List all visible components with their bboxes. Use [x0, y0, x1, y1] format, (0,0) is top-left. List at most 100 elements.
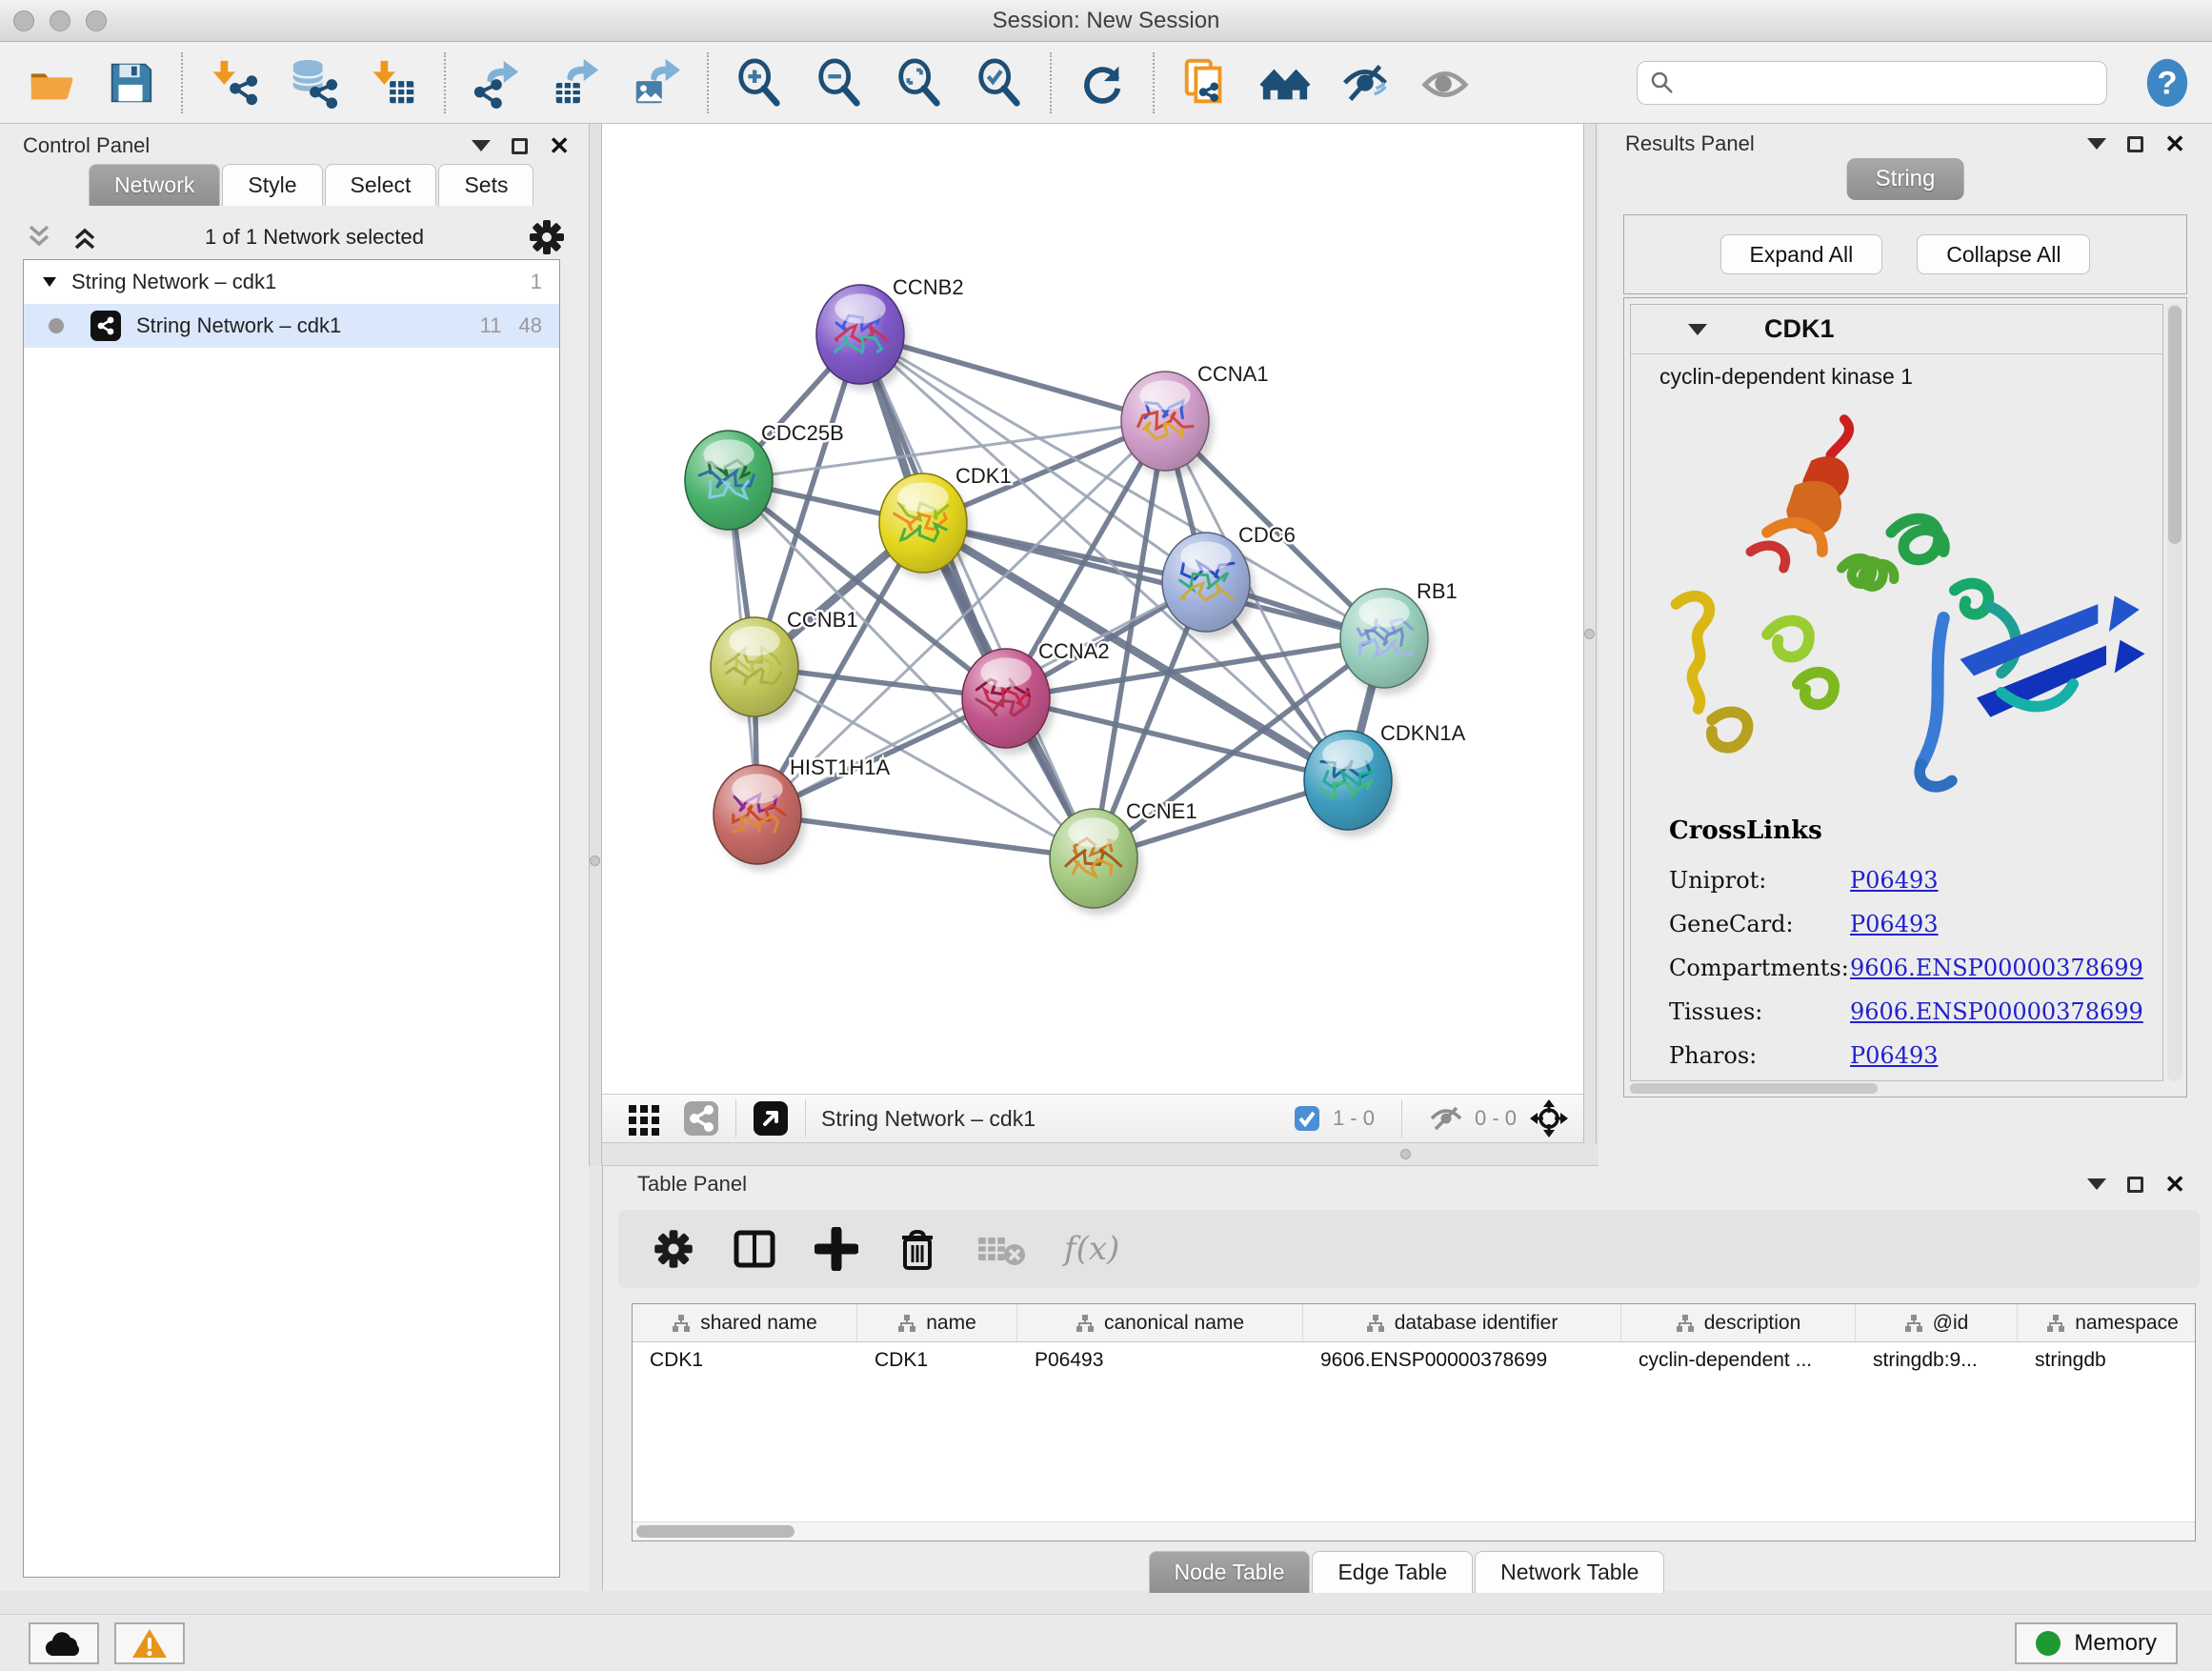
graph-nodes[interactable]: CCNB2CCNA1CDC25BCDK1CDC6RB1CCNB1CCNA2CDK…	[685, 275, 1466, 915]
panel-close-icon[interactable]: ✕	[2164, 1172, 2185, 1197]
clone-network-button[interactable]	[1177, 55, 1233, 111]
network-view-canvas[interactable]: CCNB2CCNA1CDC25BCDK1CDC6RB1CCNB1CCNA2CDK…	[602, 124, 1583, 1094]
memory-button[interactable]: Memory	[2015, 1622, 2178, 1664]
network-collection-row[interactable]: String Network – cdk1 1	[24, 260, 559, 304]
graph-edge[interactable]	[860, 334, 1094, 858]
graph-edge[interactable]	[757, 815, 1094, 858]
hide-selected-button[interactable]	[1337, 55, 1393, 111]
panel-menu-caret-icon[interactable]	[2087, 1178, 2106, 1190]
graph-node-CCNE1[interactable]	[1050, 809, 1142, 915]
add-column-plus-icon[interactable]	[814, 1227, 858, 1271]
network-search-field[interactable]	[1637, 61, 2107, 105]
network-options-gear-icon[interactable]	[528, 218, 566, 256]
table-cell[interactable]: stringdb	[2018, 1342, 2196, 1379]
table-options-gear-icon[interactable]	[653, 1228, 694, 1270]
scrollbar-thumb[interactable]	[636, 1525, 794, 1538]
panel-float-icon[interactable]	[512, 138, 528, 154]
export-network-button[interactable]	[469, 55, 524, 111]
zoom-fit-button[interactable]	[892, 55, 947, 111]
graph-edges[interactable]	[729, 334, 1384, 858]
show-hidden-button[interactable]	[1418, 55, 1473, 111]
collapse-all-button[interactable]: Collapse All	[1917, 234, 2090, 274]
hidden-eye-slash-icon[interactable]	[1429, 1104, 1463, 1133]
delete-column-trash-icon[interactable]	[896, 1226, 938, 1272]
import-table-from-file-button[interactable]	[366, 55, 421, 111]
tab-edge-table[interactable]: Edge Table	[1312, 1551, 1473, 1593]
apply-layout-button[interactable]	[1075, 55, 1130, 111]
table-row[interactable]: CDK1CDK1P064939606.ENSP00000378699cyclin…	[633, 1342, 2195, 1379]
save-session-button[interactable]	[103, 55, 158, 111]
results-vertical-scrollbar[interactable]	[2167, 304, 2182, 1081]
cloud-status-button[interactable]	[29, 1622, 99, 1664]
crosslink-link[interactable]: P06493	[1850, 1042, 1939, 1069]
zoom-selected-button[interactable]	[972, 55, 1027, 111]
tab-network-table[interactable]: Network Table	[1475, 1551, 1664, 1593]
graph-node-CCNB2[interactable]	[816, 285, 909, 391]
crosslink-link[interactable]: 9606.ENSP00000378699	[1850, 955, 2143, 981]
table-cell[interactable]: cyclin-dependent ...	[1621, 1342, 1856, 1379]
section-collapse-caret-icon[interactable]	[1688, 324, 1707, 335]
graph-node-RB1[interactable]	[1340, 589, 1433, 695]
network-view-share-icon[interactable]	[682, 1099, 720, 1137]
open-session-button[interactable]	[23, 55, 78, 111]
node-table[interactable]: shared namenamecanonical namedatabase id…	[632, 1303, 2196, 1541]
table-horizontal-scrollbar[interactable]	[633, 1521, 2195, 1540]
crosslink-link[interactable]: 9606.ENSP00000378699	[1850, 998, 2143, 1025]
tab-style[interactable]: Style	[222, 164, 322, 206]
string-network-graph[interactable]: CCNB2CCNA1CDC25BCDK1CDC6RB1CCNB1CCNA2CDK…	[602, 124, 1583, 1094]
graph-node-CDKN1A[interactable]	[1304, 731, 1397, 836]
delete-table-icon[interactable]	[976, 1230, 1026, 1268]
export-image-button[interactable]	[629, 55, 684, 111]
selected-nodes-checkbox-icon[interactable]	[1293, 1104, 1321, 1133]
graph-node-CDK1[interactable]	[879, 473, 972, 579]
left-splitter[interactable]	[589, 124, 602, 1166]
results-tab-string[interactable]: String	[1847, 158, 1964, 200]
warning-status-button[interactable]	[114, 1622, 185, 1664]
function-builder-fx[interactable]: f(x)	[1064, 1230, 1119, 1268]
right-splitter[interactable]	[1583, 124, 1597, 1166]
import-network-from-database-button[interactable]	[286, 55, 341, 111]
export-table-button[interactable]	[549, 55, 604, 111]
splitter-handle[interactable]	[1584, 629, 1595, 639]
crosslink-link[interactable]: P06493	[1850, 867, 1939, 894]
tab-node-table[interactable]: Node Table	[1149, 1551, 1311, 1593]
panel-float-icon[interactable]	[2127, 1177, 2143, 1193]
table-cell[interactable]: P06493	[1017, 1342, 1303, 1379]
expand-all-button[interactable]: Expand All	[1720, 234, 1883, 274]
panel-float-icon[interactable]	[2127, 136, 2143, 152]
protein-section-header[interactable]: CDK1	[1631, 305, 2162, 354]
tree-expand-caret-icon[interactable]	[24, 272, 71, 292]
fit-content-crosshair-icon[interactable]	[1528, 1097, 1570, 1139]
results-horizontal-scrollbar[interactable]	[1630, 1083, 1878, 1094]
import-network-from-file-button[interactable]	[206, 55, 261, 111]
column-header-database-identifier[interactable]: database identifier	[1303, 1304, 1621, 1341]
column-header-name[interactable]: name	[857, 1304, 1017, 1341]
tab-select[interactable]: Select	[325, 164, 437, 206]
graph-node-CCNA2[interactable]	[962, 649, 1055, 755]
help-button[interactable]: ?	[2142, 57, 2193, 109]
splitter-handle[interactable]	[590, 856, 600, 866]
graph-edge[interactable]	[923, 523, 1384, 638]
graph-node-CDC25B[interactable]	[685, 431, 777, 536]
panel-close-icon[interactable]: ✕	[2164, 131, 2185, 156]
tab-network[interactable]: Network	[89, 164, 220, 206]
column-header-shared-name[interactable]: shared name	[633, 1304, 857, 1341]
collapse-all-icon[interactable]	[23, 221, 55, 253]
grid-view-icon[interactable]	[627, 1101, 661, 1136]
search-input[interactable]	[1676, 64, 2106, 102]
crosslink-link[interactable]: P06493	[1850, 911, 1939, 937]
table-cell[interactable]: CDK1	[857, 1342, 1017, 1379]
panel-close-icon[interactable]: ✕	[549, 133, 570, 158]
show-columns-icon[interactable]	[733, 1227, 776, 1271]
table-cell[interactable]: stringdb:9...	[1856, 1342, 2018, 1379]
tab-sets[interactable]: Sets	[438, 164, 533, 206]
network-row-selected[interactable]: String Network – cdk1 11 48	[24, 304, 559, 348]
birdseye-navigator-icon[interactable]	[752, 1099, 790, 1137]
table-cell[interactable]: 9606.ENSP00000378699	[1303, 1342, 1621, 1379]
zoom-out-button[interactable]	[812, 55, 867, 111]
show-all-networks-button[interactable]	[1257, 55, 1313, 111]
zoom-in-button[interactable]	[732, 55, 787, 111]
scrollbar-thumb[interactable]	[2168, 306, 2182, 544]
column-header-canonical-name[interactable]: canonical name	[1017, 1304, 1303, 1341]
panel-menu-caret-icon[interactable]	[2087, 138, 2106, 150]
